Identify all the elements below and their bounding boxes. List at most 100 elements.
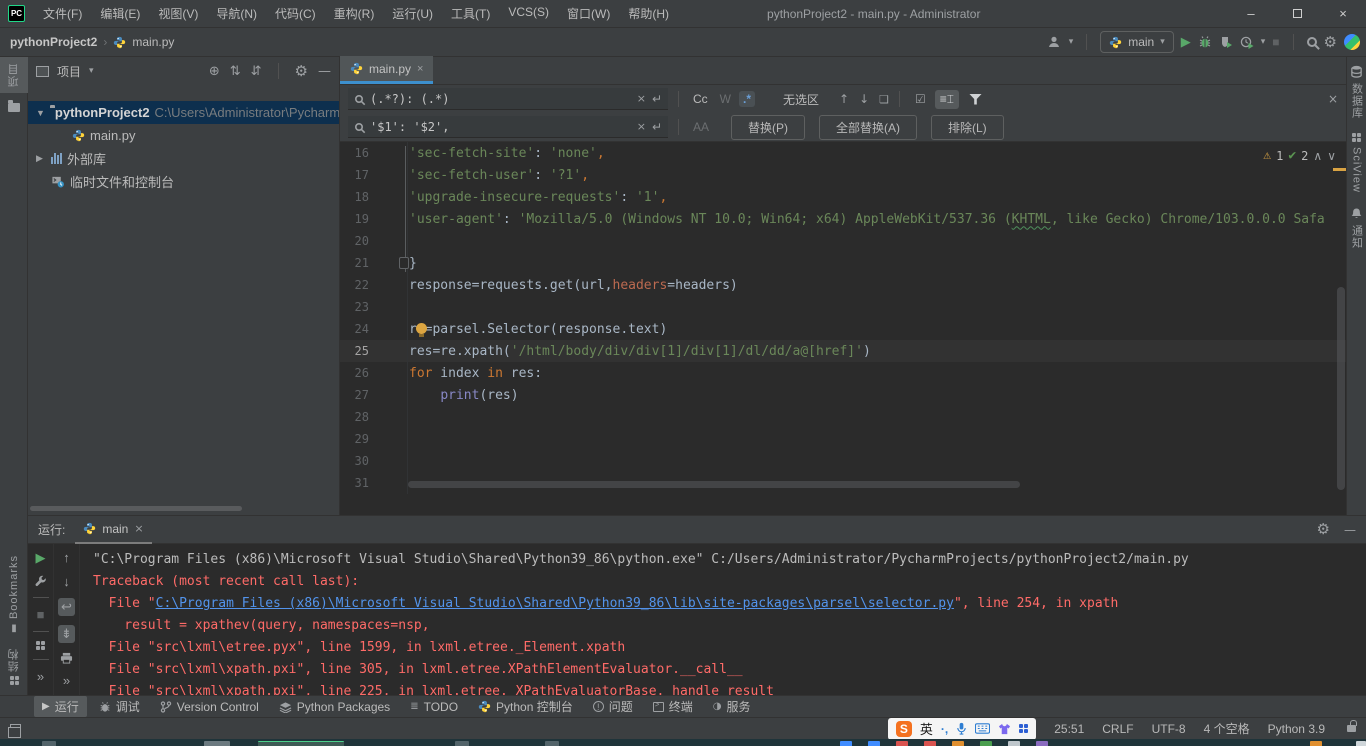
readonly-lock-icon[interactable]	[1347, 725, 1356, 732]
menu-view[interactable]: 视图(V)	[150, 2, 206, 25]
menu-navigate[interactable]: 导航(N)	[208, 2, 265, 25]
chevron-collapsed-icon[interactable]: ▶	[36, 153, 46, 164]
intention-bulb-icon[interactable]	[416, 323, 427, 334]
find-input[interactable]	[370, 92, 631, 106]
toolwindow-version-control[interactable]: Version Control	[152, 698, 267, 716]
user-account-icon[interactable]	[1047, 35, 1062, 49]
toolwindow-toggle-icon[interactable]	[10, 724, 21, 733]
project-horizontal-scrollbar[interactable]	[30, 506, 242, 511]
taskbar-icon[interactable]	[1310, 741, 1322, 746]
collapse-all-icon[interactable]: ⇵	[251, 64, 262, 79]
menu-edit[interactable]: 编辑(E)	[92, 2, 148, 25]
taskbar-icon[interactable]	[924, 741, 936, 746]
code-line-30[interactable]: 30	[340, 450, 1346, 472]
code-line-20[interactable]: 20	[340, 230, 1346, 252]
code-line-29[interactable]: 29	[340, 428, 1346, 450]
whole-words-toggle[interactable]: W	[716, 91, 735, 107]
close-run-tab-icon[interactable]: ×	[134, 522, 143, 535]
taskbar-icon[interactable]	[455, 741, 469, 746]
toolwindow-terminal[interactable]: 终端	[645, 696, 701, 717]
line-ending[interactable]: CRLF	[1102, 722, 1133, 736]
minimize-button[interactable]: –	[1228, 0, 1274, 27]
taskbar-icon[interactable]	[1036, 741, 1048, 746]
close-button[interactable]: ×	[1320, 0, 1366, 27]
code-line-25[interactable]: 25res=re.xpath('/html/body/div/div[1]/di…	[340, 340, 1346, 362]
locate-file-icon[interactable]: ⊕	[209, 64, 220, 79]
open-in-find-window-icon[interactable]: ❏	[879, 93, 889, 106]
scroll-up-icon[interactable]: ↑	[63, 550, 70, 565]
ime-language-mode[interactable]: 英	[920, 719, 933, 738]
taskbar-icon[interactable]	[840, 741, 852, 746]
code-line-21[interactable]: 21}	[340, 252, 1346, 274]
taskbar-icon[interactable]	[952, 741, 964, 746]
project-panel-title[interactable]: 项目	[57, 63, 81, 80]
replace-input[interactable]	[370, 120, 631, 134]
debug-button[interactable]	[1198, 35, 1212, 49]
toolwindow-todo[interactable]: ≣ TODO	[402, 698, 466, 716]
caret-position[interactable]: 25:51	[1054, 722, 1084, 736]
stripe-tab-notifications[interactable]: 通知	[1349, 207, 1365, 249]
next-problem-icon[interactable]: ∨	[1327, 149, 1336, 163]
indent-setting[interactable]: 4 个空格	[1204, 720, 1250, 737]
code-line-28[interactable]: 28	[340, 406, 1346, 428]
print-icon[interactable]	[60, 652, 73, 664]
stripe-tab-project[interactable]: 项目	[0, 57, 28, 93]
hide-panel-icon[interactable]: —	[318, 64, 331, 79]
taskbar-icon[interactable]	[1008, 741, 1020, 746]
taskbar-show-desktop[interactable]	[1356, 741, 1366, 746]
regex-toggle[interactable]: .*	[739, 91, 755, 107]
taskbar-icon[interactable]	[545, 741, 559, 746]
clear-find-icon[interactable]: ×	[637, 92, 646, 105]
toolwindow-run[interactable]: ▶ 运行	[34, 696, 87, 717]
code-line-19[interactable]: 19'user-agent': 'Mozilla/5.0 (Windows NT…	[340, 208, 1346, 230]
ime-toolbox-icon[interactable]	[1019, 724, 1028, 733]
error-stripe-mark[interactable]	[1333, 168, 1346, 171]
menu-file[interactable]: 文件(F)	[35, 2, 90, 25]
code-line-18[interactable]: 18'upgrade-insecure-requests': '1',	[340, 186, 1346, 208]
menu-window[interactable]: 窗口(W)	[559, 2, 618, 25]
coverage-button[interactable]	[1219, 35, 1233, 49]
rerun-button[interactable]: ▶	[36, 550, 46, 566]
more-actions-icon[interactable]: »	[63, 673, 70, 688]
stripe-tab-bookmarks[interactable]: Bookmarks ▮	[0, 549, 28, 640]
toolwindow-services[interactable]: ◑ 服务	[705, 696, 759, 717]
tree-row-main-py[interactable]: main.py	[28, 124, 339, 147]
interpreter[interactable]: Python 3.9	[1268, 722, 1325, 736]
scroll-to-end-toggle[interactable]: ⇟	[58, 625, 75, 643]
close-tab-icon[interactable]: ×	[417, 63, 423, 75]
fold-marker-icon[interactable]	[399, 257, 409, 269]
taskbar-icon[interactable]	[42, 741, 56, 746]
new-line-icon[interactable]: ↵	[652, 120, 662, 134]
search-everywhere-icon[interactable]	[1307, 37, 1317, 47]
match-case-toggle[interactable]: Cc	[689, 91, 712, 107]
soft-wrap-toggle[interactable]: ↩	[58, 598, 75, 616]
replace-all-button[interactable]: 全部替换(A)	[819, 115, 917, 140]
new-line-icon[interactable]: ↵	[652, 92, 662, 106]
prev-occurrence-icon[interactable]: ↑	[839, 92, 849, 106]
console-file-link[interactable]: C:\Program Files (x86)\Microsoft Visual …	[156, 596, 954, 611]
toolwindow-python-packages[interactable]: Python Packages	[271, 698, 398, 716]
panel-settings-icon[interactable]: ⚙	[295, 64, 308, 79]
settings-gear-icon[interactable]: ⚙	[1324, 35, 1337, 50]
microphone-icon[interactable]	[956, 722, 967, 735]
close-search-icon[interactable]: ×	[1328, 92, 1338, 106]
code-line-16[interactable]: 16'sec-fetch-site': 'none',	[340, 142, 1346, 164]
toolwindow-problems[interactable]: ! 问题	[585, 696, 641, 717]
search-in-selection-toggle[interactable]: ≡⌶	[935, 90, 959, 109]
menu-tools[interactable]: 工具(T)	[443, 2, 498, 25]
tree-row-project-root[interactable]: ▼ pythonProject2 C:\Users\Administrator\…	[28, 101, 339, 124]
clear-replace-icon[interactable]: ×	[637, 120, 646, 133]
exclude-button[interactable]: 排除(L)	[931, 115, 1004, 140]
stripe-tab-sciview[interactable]: SciView	[1351, 133, 1363, 193]
breadcrumb-project[interactable]: pythonProject2	[10, 35, 97, 49]
stripe-tab-structure[interactable]: 结构	[0, 642, 28, 691]
ide-feature-icon[interactable]	[1344, 34, 1360, 50]
stripe-tab-database[interactable]: 数据库	[1349, 65, 1365, 119]
select-all-occurrences-icon[interactable]: ☑	[910, 90, 931, 108]
replace-button[interactable]: 替换(P)	[731, 115, 805, 140]
taskbar-icon[interactable]	[980, 741, 992, 746]
taskbar-active-app[interactable]	[258, 741, 344, 746]
code-line-23[interactable]: 23	[340, 296, 1346, 318]
editor-vertical-scrollbar[interactable]	[1337, 287, 1345, 490]
more-actions-icon[interactable]: »	[37, 669, 44, 684]
